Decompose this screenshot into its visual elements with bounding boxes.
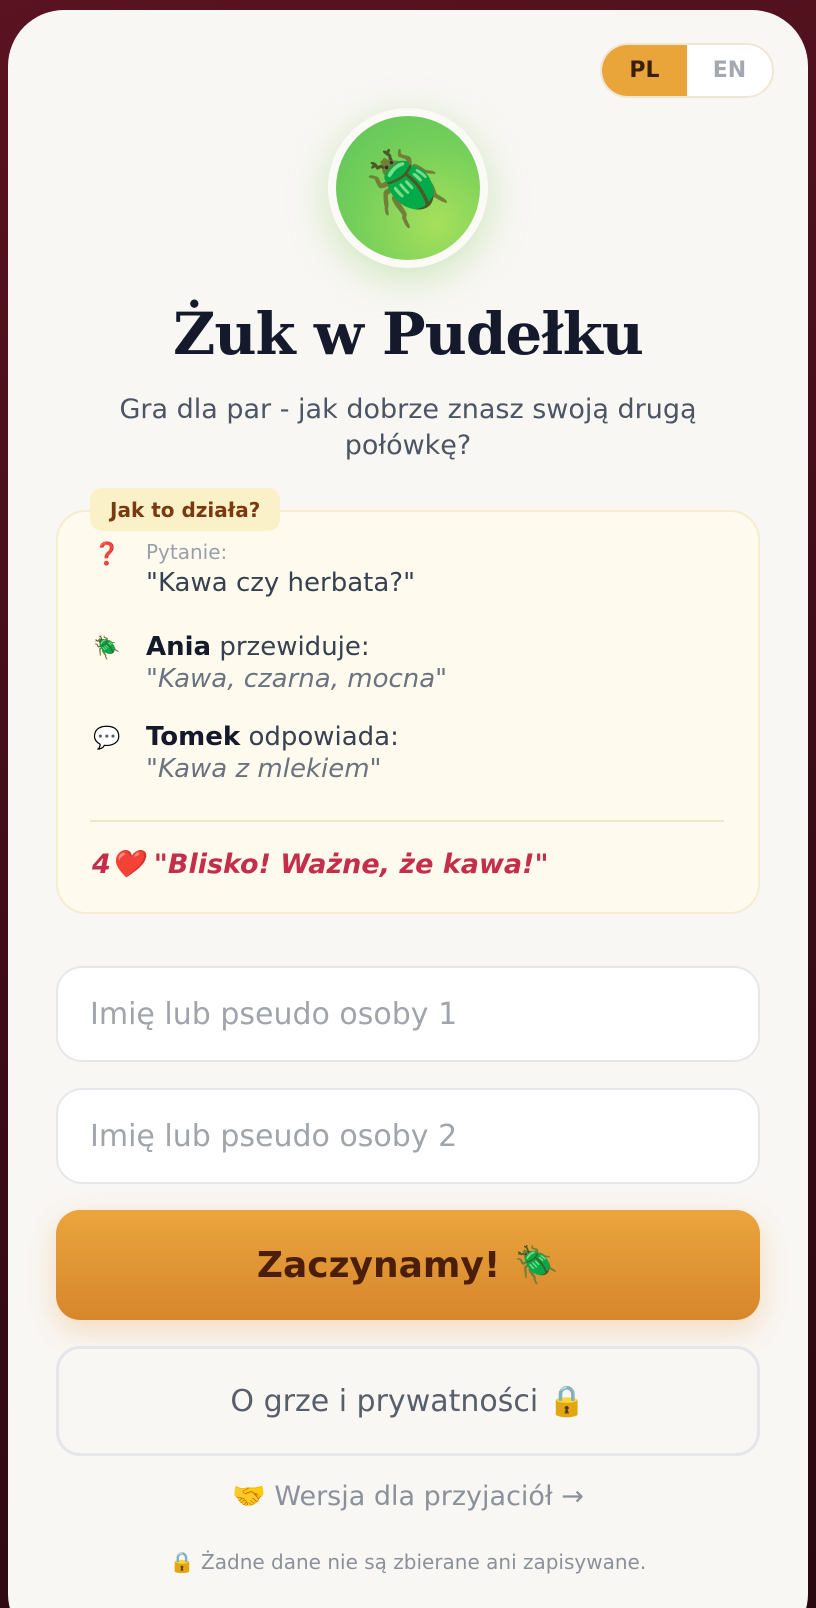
predictor-name: Ania bbox=[146, 632, 212, 662]
about-button-label: O grze i prywatności bbox=[230, 1383, 539, 1419]
question-label: Pytanie: bbox=[146, 540, 228, 564]
prediction-verb: przewiduje: bbox=[219, 632, 370, 662]
speech-bubble-icon: 💬 bbox=[93, 726, 121, 751]
lang-option-en[interactable]: EN bbox=[687, 45, 772, 96]
beetle-icon: 🪲 bbox=[514, 1245, 560, 1286]
question-mark-icon: ❓ bbox=[93, 542, 121, 567]
language-toggle: PL EN bbox=[600, 43, 774, 98]
friends-version-link[interactable]: 🤝 Wersja dla przyjaciół → bbox=[0, 1480, 816, 1512]
answer-quote: "Kawa z mlekiem" bbox=[146, 754, 382, 784]
player1-name-input[interactable] bbox=[56, 966, 760, 1062]
privacy-note: 🔒 Żadne dane nie są zbierane ani zapisyw… bbox=[169, 1550, 647, 1574]
lang-option-pl[interactable]: PL bbox=[602, 45, 687, 96]
page-title: Żuk w Pudełku bbox=[173, 300, 644, 368]
page-subtitle: Gra dla par - jak dobrze znasz swoją dru… bbox=[119, 394, 697, 461]
lock-icon: 🔒 bbox=[548, 1383, 586, 1419]
prediction-quote: "Kawa, czarna, mocna" bbox=[146, 664, 448, 694]
beetle-icon: 🪲 bbox=[93, 636, 121, 661]
divider bbox=[90, 820, 724, 822]
start-game-button[interactable]: Zaczynamy! 🪲 bbox=[56, 1210, 760, 1320]
how-it-works-tag: Jak to działa? bbox=[90, 488, 281, 531]
player2-name-input[interactable] bbox=[56, 1088, 760, 1184]
beetle-icon: 🪲 bbox=[336, 116, 480, 260]
logo: 🪲 bbox=[328, 108, 488, 268]
start-button-label: Zaczynamy! bbox=[256, 1244, 501, 1286]
answerer-name: Tomek bbox=[146, 722, 241, 752]
example-score: 4❤️ "Blisko! Ważne, że kawa!" bbox=[92, 849, 549, 880]
answer-verb: odpowiada: bbox=[248, 722, 399, 752]
about-privacy-button[interactable]: O grze i prywatności 🔒 bbox=[56, 1346, 760, 1456]
question-text: "Kawa czy herbata?" bbox=[146, 568, 416, 598]
